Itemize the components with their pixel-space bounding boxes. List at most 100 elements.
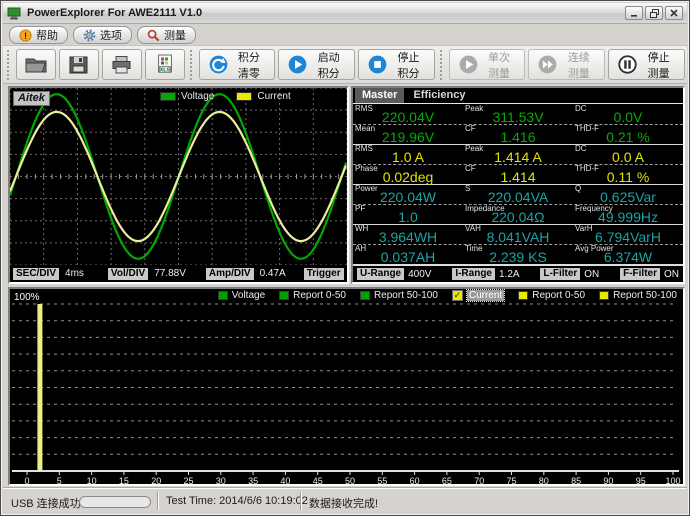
secdiv-chip: SEC/DIV — [13, 268, 59, 280]
stop-measure-button-label: 停止测量 — [642, 49, 675, 81]
measurement-label: Impedance — [465, 205, 505, 213]
measurement-label: Phase — [355, 165, 378, 173]
print-button[interactable] — [102, 49, 142, 80]
measurement-row: Power220.04WS220.04VAQ0.625Var — [353, 185, 683, 205]
menu-measure-label: 测量 — [164, 27, 186, 43]
play-icon — [288, 55, 307, 74]
measurement-row: WH3.964WHVAH8.041VAHVarH6.794VarH — [353, 225, 683, 245]
options-gear-icon — [83, 29, 96, 42]
ampdiv-value: 0.47A — [260, 268, 286, 279]
measurement-row: Phase0.02degCF1.414THD-F0.11 % — [353, 165, 683, 185]
xls-export-icon: XLS — [155, 54, 175, 75]
oscilloscope-panel: Aitek Voltage Current SEC/DIV 4ms Vol/DI… — [8, 86, 349, 284]
measurement-cell: WH3.964WH — [353, 225, 463, 244]
measurement-cell: RMS220.04V — [353, 105, 463, 124]
toolbar-integral-buttons: 积分清零 启动积分停止积分 — [199, 49, 435, 80]
l-filter-value: ON — [584, 269, 599, 280]
menu-help-button[interactable]: ! 帮助 — [9, 26, 68, 44]
tab-master[interactable]: Master — [355, 88, 404, 103]
pause-icon — [618, 55, 637, 74]
measurement-label: Peak — [465, 145, 483, 153]
measurement-label: Mean — [355, 125, 375, 133]
measurement-cell: DC0.0V — [573, 105, 683, 124]
measurement-cell: Mean219.96V — [353, 125, 463, 144]
svg-text:XLS: XLS — [159, 68, 170, 74]
measurement-cell: S220.04VA — [463, 185, 573, 204]
reset-icon — [209, 55, 228, 74]
start-integral-button-label: 启动积分 — [312, 49, 345, 81]
measurement-label: WH — [355, 225, 368, 233]
toolbar-grip — [190, 50, 194, 80]
stop-measure-button[interactable]: 停止测量 — [608, 49, 685, 80]
status-bar: USB 连接成功 Test Time: 2014/6/6 10:19:02 数据… — [3, 488, 687, 513]
close-button[interactable] — [665, 6, 683, 20]
measurement-row: AH0.037AHTime2.239 KSAvg Power6.374W — [353, 245, 683, 265]
integral-clear-button[interactable]: 积分清零 — [199, 49, 276, 80]
application-window: PowerExplorer For AWE2111 V1.0 ! 帮助 选项 测… — [0, 0, 690, 516]
svg-text:40: 40 — [280, 476, 290, 484]
measurement-label: VarH — [575, 225, 593, 233]
measurement-row: Mean219.96VCF1.416THD-F0.21 % — [353, 125, 683, 145]
restore-button[interactable] — [645, 6, 663, 20]
menu-bar: ! 帮助 选项 测量 — [3, 25, 687, 45]
ampdiv-chip: Amp/DIV — [206, 268, 254, 280]
measurement-value: 1.416 — [463, 125, 573, 144]
window-controls — [625, 6, 683, 20]
measurement-label: Peak — [465, 105, 483, 113]
measurement-cell: THD-F0.11 % — [573, 165, 683, 184]
menu-help-label: 帮助 — [36, 27, 58, 43]
play-icon — [459, 55, 478, 74]
f-filter-value: ON — [664, 269, 679, 280]
scope-legend-voltage: Voltage — [160, 91, 214, 102]
measurement-label: THD-F — [575, 125, 599, 133]
f-filter-chip: F-Filter — [620, 268, 660, 280]
voldiv-value: 77.88V — [154, 268, 186, 279]
menu-options-button[interactable]: 选项 — [73, 26, 132, 44]
toolbar-measure-buttons: 单次测量连续测量停止测量 — [449, 49, 685, 80]
window-title: PowerExplorer For AWE2111 V1.0 — [27, 7, 625, 19]
save-floppy-icon — [68, 55, 89, 75]
test-time-text: Test Time: 2014/6/6 10:19:02 — [166, 495, 308, 507]
measurement-cell: Phase0.02deg — [353, 165, 463, 184]
measurement-label: Q — [575, 185, 581, 193]
measurement-cell: CF1.414 — [463, 165, 573, 184]
measurement-label: Time — [465, 245, 482, 253]
measurement-label: RMS — [355, 105, 373, 113]
measurement-row: PF1.0Impedance220.04ΩFrequency49.999Hz — [353, 205, 683, 225]
measurement-value: 1.0 — [353, 205, 463, 224]
svg-text:30: 30 — [216, 476, 226, 484]
legend-swatch-icon — [279, 291, 289, 300]
svg-text:95: 95 — [636, 476, 646, 484]
legend-swatch-icon — [518, 291, 528, 300]
svg-text:10: 10 — [87, 476, 97, 484]
legend-swatch-icon — [599, 291, 609, 300]
app-icon — [7, 7, 22, 20]
start-integral-button[interactable]: 启动积分 — [278, 49, 355, 80]
svg-text:90: 90 — [603, 476, 613, 484]
measurement-cell: Peak311.53V — [463, 105, 573, 124]
measurement-cell: CF1.416 — [463, 125, 573, 144]
measurement-value: 0.625Var — [573, 185, 683, 204]
toolbar-file-buttons: XLS — [16, 49, 185, 80]
forward-icon — [538, 55, 557, 74]
measurement-row: RMS1.0 APeak1.414 ADC0.0 A — [353, 145, 683, 165]
integral-clear-button-label: 积分清零 — [233, 49, 266, 81]
scope-plot — [10, 88, 347, 265]
save-button[interactable] — [59, 49, 99, 80]
current-swatch-icon — [236, 92, 252, 101]
open-file-button[interactable] — [16, 49, 56, 80]
measurement-cell: PF1.0 — [353, 205, 463, 224]
stop-integral-button[interactable]: 停止积分 — [358, 49, 435, 80]
help-icon: ! — [19, 29, 32, 42]
secdiv-value: 4ms — [65, 268, 84, 279]
svg-text:75: 75 — [506, 476, 516, 484]
scope-legend: Voltage Current — [160, 91, 291, 102]
minimize-button[interactable] — [625, 6, 643, 20]
scope-footer: SEC/DIV 4ms Vol/DIV 77.88V Amp/DIV 0.47A… — [10, 265, 347, 282]
tab-efficiency[interactable]: Efficiency — [406, 88, 472, 103]
export-xls-button[interactable]: XLS — [145, 49, 185, 80]
measurement-value: 0.0V — [573, 105, 683, 124]
svg-text:65: 65 — [442, 476, 452, 484]
u-range: U-Range400V — [357, 268, 431, 280]
menu-measure-button[interactable]: 测量 — [137, 26, 196, 44]
